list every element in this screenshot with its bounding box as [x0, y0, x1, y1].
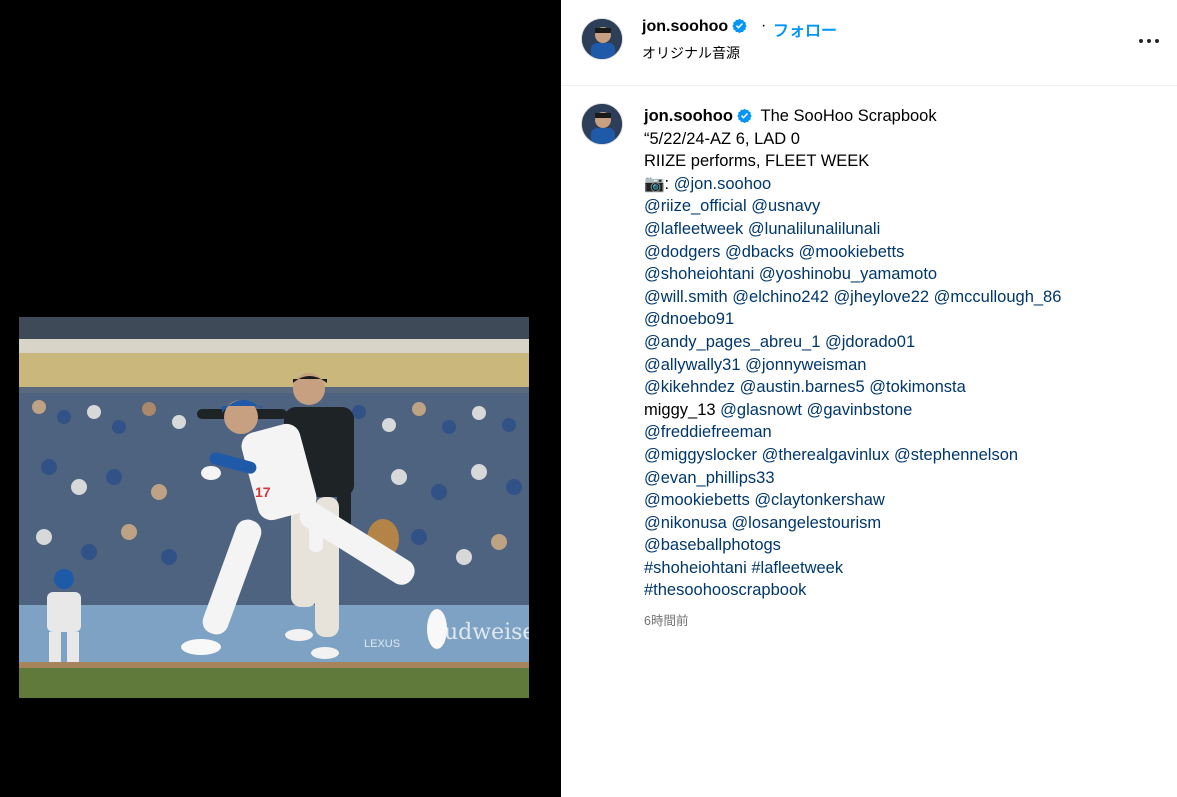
mention-link[interactable]: @freddiefreeman — [644, 423, 772, 441]
caption-line: @riize_official @usnavy — [644, 195, 1164, 218]
mention-link[interactable]: @will.smith — [644, 288, 728, 306]
caption-word: 0 — [790, 129, 800, 148]
caption-line: #thesoohooscrapbook — [644, 579, 1164, 602]
caption-area: jon.soohoo The SooHoo Scrapbook “5/22/24… — [561, 87, 1177, 797]
caption-avatar[interactable] — [581, 103, 623, 145]
mention-link[interactable]: @tokimonsta — [869, 378, 966, 396]
avatar-image — [582, 104, 622, 144]
mention-link[interactable]: @mccullough_86 — [934, 288, 1062, 306]
mention-link[interactable]: @yoshinobu_yamamoto — [759, 265, 937, 283]
more-options-icon[interactable] — [1139, 31, 1163, 51]
header-separator: · — [761, 17, 767, 34]
caption-word: 6, — [735, 129, 750, 148]
ad-text-2: LEXUS — [364, 638, 400, 650]
caption-line: @freddiefreeman — [644, 421, 1164, 444]
avatar-image — [582, 19, 622, 59]
mention-link[interactable]: @austin.barnes5 — [740, 378, 865, 396]
mention-link[interactable]: @claytonkershaw — [754, 491, 884, 509]
mention-link[interactable]: @dnoebo91 — [644, 310, 734, 328]
post-timestamp[interactable]: 6時間前 — [644, 610, 688, 629]
caption-line: miggy_13 @glasnowt @gavinbstone — [644, 399, 1164, 422]
caption-line: @shoheiohtani @yoshinobu_yamamoto — [644, 263, 1164, 286]
verified-badge-icon — [732, 18, 747, 33]
caption-line: RIIZE performs, FLEET WEEK — [644, 150, 1164, 173]
mention-link[interactable]: @therealgavinlux — [762, 446, 890, 464]
hashtag-link[interactable]: #shoheiohtani — [644, 559, 747, 577]
caption-line: @miggyslocker @therealgavinlux @stephenn… — [644, 444, 1164, 467]
hashtag-link[interactable]: #lafleetweek — [751, 559, 843, 577]
mention-link[interactable]: @losangelestourism — [731, 514, 881, 532]
caption-line: #shoheiohtani #lafleetweek — [644, 557, 1164, 580]
baseball-photo-illustration: udweiser LEXUS — [19, 317, 529, 698]
jersey-number: 17 — [255, 484, 271, 500]
post-side-panel: jon.soohoo · フォロー オリジナル音源 jon.soohoo The… — [561, 0, 1177, 797]
caption-line: @baseballphotogs — [644, 534, 1164, 557]
audio-label[interactable]: オリジナル音源 — [642, 43, 740, 63]
caption-line: @andy_pages_abreu_1 @jdorado01 — [644, 331, 1164, 354]
caption-first-line: jon.soohoo The SooHoo Scrapbook — [644, 105, 1164, 128]
mention-link[interactable]: @lunalilunalilunali — [748, 220, 880, 238]
caption-line: @dnoebo91 — [644, 308, 1164, 331]
mention-link[interactable]: @miggyslocker — [644, 446, 757, 464]
caption-line: @mookiebetts @claytonkershaw — [644, 489, 1164, 512]
mention-link[interactable]: @shoheiohtani — [644, 265, 754, 283]
mention-link[interactable]: @baseballphotogs — [644, 536, 781, 554]
hashtag-link[interactable]: #thesoohooscrapbook — [644, 581, 806, 599]
caption-word: performs, — [690, 152, 761, 171]
caption-word: 📷: — [644, 174, 670, 193]
caption-word: “5/22/24-AZ — [644, 129, 732, 148]
caption-username[interactable]: jon.soohoo — [644, 107, 733, 125]
mention-link[interactable]: @gavinbstone — [807, 401, 913, 419]
mention-link[interactable]: @kikehndez — [644, 378, 735, 396]
header-username[interactable]: jon.soohoo — [642, 18, 747, 36]
caption-word: LAD — [754, 129, 787, 148]
caption-text: jon.soohoo The SooHoo Scrapbook “5/22/24… — [644, 105, 1164, 602]
header-avatar[interactable] — [581, 18, 623, 60]
mention-link[interactable]: @lafleetweek — [644, 220, 743, 238]
mention-link[interactable]: @andy_pages_abreu_1 — [644, 333, 820, 351]
caption-line: @kikehndez @austin.barnes5 @tokimonsta — [644, 376, 1164, 399]
ad-text: udweiser — [444, 620, 529, 645]
mention-link[interactable]: @elchino242 — [732, 288, 829, 306]
mention-link[interactable]: @allywally31 — [644, 356, 741, 374]
caption-line: @lafleetweek @lunalilunalilunali — [644, 218, 1164, 241]
caption-line: @will.smith @elchino242 @jheylove22 @mcc… — [644, 286, 1164, 309]
media-pane: udweiser LEXUS — [0, 0, 561, 797]
mention-link[interactable]: @jonnyweisman — [745, 356, 866, 374]
mention-link[interactable]: @dodgers — [644, 243, 720, 261]
caption-word: FLEET — [765, 152, 817, 171]
caption-line: 📷: @jon.soohoo — [644, 173, 1164, 196]
caption-line: “5/22/24-AZ 6, LAD 0 — [644, 128, 1164, 151]
mention-link[interactable]: @glasnowt — [720, 401, 802, 419]
mention-link[interactable]: @nikonusa — [644, 514, 727, 532]
caption-word: WEEK — [820, 152, 870, 171]
caption-line: @nikonusa @losangelestourism — [644, 512, 1164, 535]
caption-title: The SooHoo Scrapbook — [760, 107, 937, 125]
caption-word: RIIZE — [644, 152, 687, 171]
post-photo[interactable]: udweiser LEXUS — [19, 317, 529, 698]
verified-badge-icon — [737, 108, 752, 123]
caption-line: @allywally31 @jonnyweisman — [644, 354, 1164, 377]
mention-link[interactable]: @evan_phillips33 — [644, 469, 775, 487]
mention-link[interactable]: @jdorado01 — [825, 333, 915, 351]
follow-button[interactable]: フォロー — [773, 17, 837, 41]
caption-line: @dodgers @dbacks @mookiebetts — [644, 241, 1164, 264]
username-text[interactable]: jon.soohoo — [642, 18, 728, 35]
caption-lines: “5/22/24-AZ 6, LAD 0 RIIZE performs, FLEE… — [644, 128, 1164, 602]
mention-link[interactable]: @mookiebetts — [644, 491, 750, 509]
mention-link[interactable]: @usnavy — [751, 197, 820, 215]
mention-link[interactable]: @riize_official — [644, 197, 747, 215]
post-header: jon.soohoo · フォロー オリジナル音源 — [561, 0, 1177, 86]
caption-line: @evan_phillips33 — [644, 467, 1164, 490]
mention-link[interactable]: @dbacks — [725, 243, 794, 261]
mention-link[interactable]: @jheylove22 — [833, 288, 929, 306]
mention-link[interactable]: @jon.soohoo — [674, 175, 772, 193]
caption-word: miggy_13 — [644, 400, 716, 419]
mention-link[interactable]: @mookiebetts — [799, 243, 905, 261]
mention-link[interactable]: @stephennelson — [894, 446, 1018, 464]
